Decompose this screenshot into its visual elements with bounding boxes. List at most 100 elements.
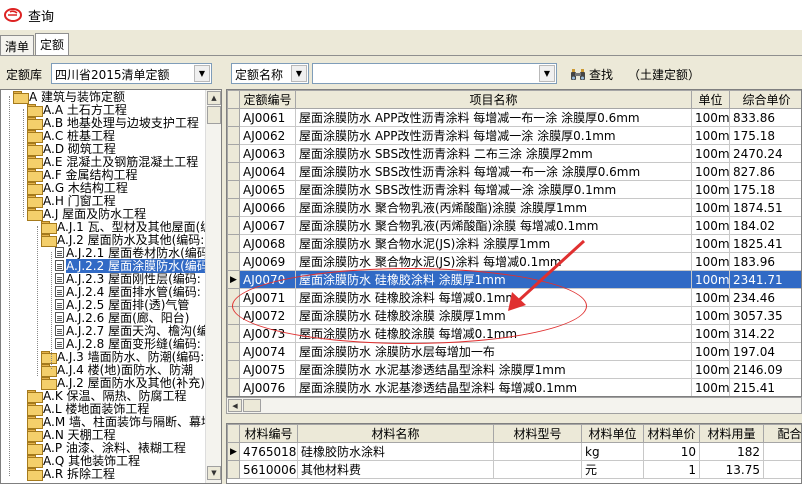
chevron-down-icon[interactable]: ▼ [194,65,210,82]
row-indicator[interactable] [227,108,240,127]
table-cell[interactable]: 屋面涂膜防水 硅橡胶涂料 每增减0.1mm [295,288,692,307]
column-header[interactable]: 材料单位 [581,424,644,443]
column-header[interactable]: 配合组 [763,424,801,443]
search-input[interactable]: ▼ [312,63,557,84]
table-cell[interactable]: 100m2 [691,108,730,127]
column-header[interactable]: 材料编号 [239,424,298,443]
table-cell[interactable]: 100m2 [691,126,730,145]
library-select[interactable]: 四川省2015清单定额 ▼ [51,63,212,84]
table-cell[interactable]: AJ0074 [239,342,296,361]
table-cell[interactable]: kg [581,442,644,461]
table-cell[interactable]: 100m2 [691,198,730,217]
tree-item[interactable]: A.R 拆除工程 [27,468,115,481]
table-row[interactable]: AJ0067屋面涂膜防水 聚合物乳液(丙烯酸酯)涂膜 每增减0.1mm100m2… [227,216,801,235]
table-cell[interactable]: 1825.41 [729,234,801,253]
grid-horizontal-scrollbar[interactable]: ◀ [226,397,802,414]
table-cell[interactable]: 屋面涂膜防水 硅橡胶涂膜 每增减0.1mm [295,324,692,343]
column-header[interactable]: 单位 [691,90,730,109]
table-cell[interactable]: 100m2 [691,234,730,253]
row-indicator[interactable] [227,460,240,479]
table-cell[interactable]: 屋面涂膜防水 SBS改性沥青涂料 每增减一涂 涂膜厚0.1mm [295,180,692,199]
table-cell[interactable]: AJ0075 [239,360,296,379]
table-row[interactable]: AJ0064 屋面涂膜防水 SBS改性沥青涂料 每增减一布一涂 涂膜厚0.6mm 1… [227,162,801,181]
table-row[interactable]: AJ0061 屋面涂膜防水 APP改性沥青涂料 每增减一布一涂 涂膜厚0.6mm 1… [227,108,801,127]
table-cell[interactable]: AJ0073 [239,324,296,343]
table-cell[interactable]: 100m2 [691,270,730,289]
table-cell[interactable]: 屋面涂膜防水 SBS改性沥青涂料 每增减一布一涂 涂膜厚0.6mm [295,162,692,181]
table-cell[interactable] [493,460,582,479]
table-cell[interactable]: 屋面涂膜防水 APP改性沥青涂料 每增减一涂 涂膜厚0.1mm [295,126,692,145]
table-row[interactable]: AJ0073屋面涂膜防水 硅橡胶涂膜 每增减0.1mm100m2314.22 [227,324,801,343]
table-cell[interactable]: 其他材料费 [297,460,494,479]
scroll-up-icon[interactable]: ▲ [207,91,221,105]
row-indicator[interactable] [227,162,240,181]
table-row[interactable]: ▶AJ0070屋面涂膜防水 硅橡胶涂料 涂膜厚1mm100m22341.71 [227,270,801,289]
table-cell[interactable]: 100m2 [691,288,730,307]
table-cell[interactable]: 56100060 [239,460,298,479]
table-cell[interactable]: 屋面涂膜防水 硅橡胶涂膜 涂膜厚1mm [295,306,692,325]
table-cell[interactable]: 屋面涂膜防水 聚合物乳液(丙烯酸酯)涂膜 涂膜厚1mm [295,198,692,217]
chevron-down-icon[interactable]: ▼ [539,65,555,82]
row-indicator[interactable] [227,252,240,271]
scroll-thumb[interactable] [243,399,261,412]
column-header[interactable]: 材料型号 [493,424,582,443]
table-cell[interactable]: 2146.09 [729,360,801,379]
table-row[interactable]: AJ0074屋面涂膜防水 涂膜防水层每增加一布100m2197.04 [227,342,801,361]
row-indicator[interactable] [227,306,240,325]
table-cell[interactable]: 47650183 [239,442,298,461]
table-cell[interactable]: 100m2 [691,162,730,181]
table-cell[interactable]: 屋面涂膜防水 SBS改性沥青涂料 二布三涂 涂膜厚2mm [295,144,692,163]
table-cell[interactable]: 100m2 [691,216,730,235]
table-row[interactable]: 56100060其他材料费 元113.75 [227,460,801,479]
table-cell[interactable]: 827.86 [729,162,801,181]
table-cell[interactable]: AJ0063 [239,144,296,163]
column-header[interactable]: 定额编号 [239,90,296,109]
table-cell[interactable]: AJ0070 [239,270,296,289]
table-row[interactable]: AJ0062 屋面涂膜防水 APP改性沥青涂料 每增减一涂 涂膜厚0.1mm 100… [227,126,801,145]
column-header[interactable]: 材料单价 [643,424,700,443]
table-cell[interactable]: 1 [643,460,700,479]
table-cell[interactable]: 183.96 [729,252,801,271]
search-button[interactable]: 查找 [570,66,613,83]
table-cell[interactable]: AJ0076 [239,378,296,396]
row-indicator[interactable] [227,342,240,361]
table-row[interactable]: AJ0076屋面涂膜防水 水泥基渗透结晶型涂料 每增减0.1mm100m2215… [227,378,801,396]
table-cell[interactable]: 3057.35 [729,306,801,325]
table-cell[interactable]: 100m2 [691,252,730,271]
table-cell[interactable]: AJ0061 [239,108,296,127]
table-cell[interactable]: AJ0071 [239,288,296,307]
row-indicator[interactable] [227,180,240,199]
table-cell[interactable]: 175.18 [729,126,801,145]
table-cell[interactable] [763,442,801,461]
column-header[interactable]: 材料用量 [699,424,764,443]
table-cell[interactable]: 硅橡胶防水涂料 [297,442,494,461]
column-header[interactable]: 综合单价 [729,90,801,109]
table-row[interactable]: AJ0075屋面涂膜防水 水泥基渗透结晶型涂料 涂膜厚1mm100m22146.… [227,360,801,379]
table-cell[interactable]: AJ0066 [239,198,296,217]
scroll-thumb[interactable] [207,106,221,124]
table-cell[interactable]: 屋面涂膜防水 水泥基渗透结晶型涂料 每增减0.1mm [295,378,692,396]
table-cell[interactable] [763,460,801,479]
table-cell[interactable]: 833.86 [729,108,801,127]
table-cell[interactable]: 屋面涂膜防水 聚合物乳液(丙烯酸酯)涂膜 每增减0.1mm [295,216,692,235]
table-row[interactable]: AJ0072屋面涂膜防水 硅橡胶涂膜 涂膜厚1mm100m23057.35 [227,306,801,325]
table-cell[interactable]: 100m2 [691,360,730,379]
row-indicator[interactable] [227,234,240,253]
column-header[interactable]: 项目名称 [295,90,692,109]
row-indicator[interactable] [227,378,240,396]
table-cell[interactable]: 屋面涂膜防水 水泥基渗透结晶型涂料 涂膜厚1mm [295,360,692,379]
row-indicator[interactable] [227,126,240,145]
table-row[interactable]: AJ0071屋面涂膜防水 硅橡胶涂料 每增减0.1mm100m2234.46 [227,288,801,307]
scroll-left-icon[interactable]: ◀ [228,399,242,412]
table-cell[interactable]: AJ0072 [239,306,296,325]
table-row[interactable]: AJ0068屋面涂膜防水 聚合物水泥(JS)涂料 涂膜厚1mm100m21825… [227,234,801,253]
table-cell[interactable]: AJ0062 [239,126,296,145]
table-cell[interactable]: 100m2 [691,324,730,343]
table-cell[interactable]: 2470.24 [729,144,801,163]
table-cell[interactable]: 234.46 [729,288,801,307]
column-header[interactable]: 材料名称 [297,424,494,443]
table-cell[interactable]: 100m2 [691,306,730,325]
table-cell[interactable]: 13.75 [699,460,764,479]
table-cell[interactable]: 屋面涂膜防水 聚合物水泥(JS)涂料 每增减0.1mm [295,252,692,271]
row-indicator[interactable] [227,288,240,307]
